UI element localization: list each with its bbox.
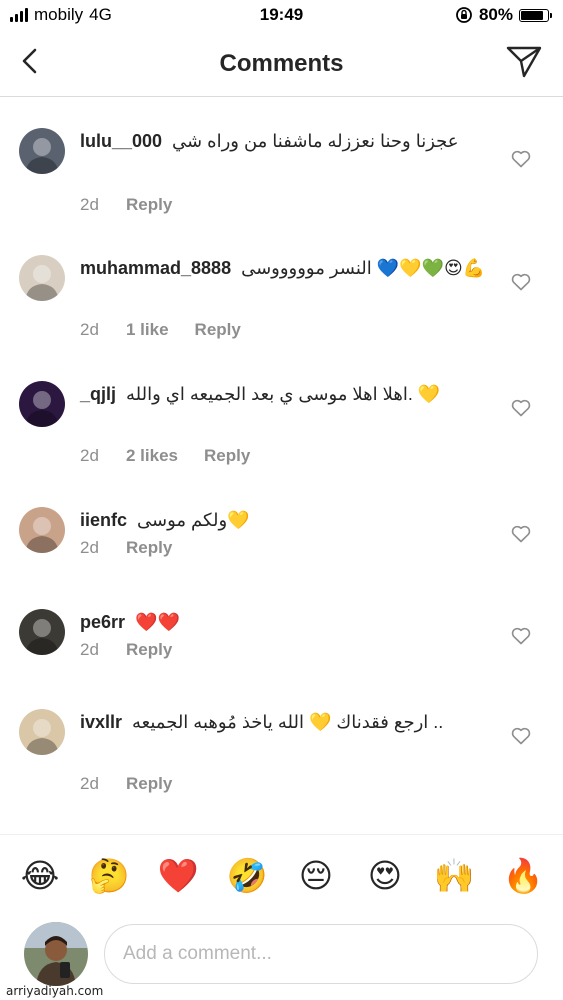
comment-body: ارجع فقدناك 💛 الله ياخذ مُوهبه الجميعه .… (132, 712, 444, 732)
comment-time: 2d (80, 320, 99, 339)
reply-button[interactable]: Reply (195, 320, 241, 340)
share-button[interactable] (505, 44, 543, 80)
comment-text: pe6rr ❤️❤️ (80, 609, 490, 635)
comment-body: عجزنا وحنا نعززله ماشفنا من وراه شي (172, 131, 459, 151)
comment-avatar[interactable] (19, 609, 65, 655)
paper-plane-icon (506, 46, 542, 78)
comment-body: ولكم موسى💛 (137, 510, 250, 530)
comment-username[interactable]: ivxllr (80, 712, 122, 732)
comment-username[interactable]: muhammad_8888 (80, 258, 231, 278)
comment-time: 2d (80, 446, 99, 465)
reply-button[interactable]: Reply (126, 774, 172, 794)
comment-username[interactable]: iienfc (80, 510, 127, 530)
battery-level (521, 10, 544, 20)
heart-outline-icon (511, 150, 531, 168)
comment-input[interactable] (104, 924, 538, 984)
like-comment-button[interactable] (511, 525, 531, 543)
heart-eyes-emoji-button[interactable]: 😍 (361, 850, 409, 902)
comment-time: 2d (80, 774, 99, 793)
comment-time: 2d (80, 195, 99, 214)
rofl-emoji-button[interactable]: 🤣 (223, 850, 271, 902)
like-comment-button[interactable] (511, 727, 531, 745)
comment-meta: 2d 1 like Reply (80, 320, 241, 340)
page-title: Comments (219, 50, 344, 77)
comments-header: Comments (0, 30, 563, 97)
status-bar: mobily 4G 19:49 80% (0, 0, 563, 30)
raising-hands-emoji-button[interactable]: 🙌 (430, 850, 478, 902)
reply-button[interactable]: Reply (126, 538, 172, 558)
heart-outline-icon (511, 273, 531, 291)
comment-input-row (0, 920, 563, 990)
heart-outline-icon (511, 727, 531, 745)
comment-text: muhammad_8888 النسر موووووسى 💙💛💚😍💪 (80, 255, 490, 281)
comment-time: 2d (80, 640, 99, 659)
comment-meta: 2d Reply (80, 538, 172, 558)
comment-likes[interactable]: 1 like (126, 320, 169, 340)
heart-outline-icon (511, 399, 531, 417)
red-heart-emoji-button[interactable]: ❤️ (154, 850, 202, 902)
comment-avatar[interactable] (19, 381, 65, 427)
reply-button[interactable]: Reply (204, 446, 250, 466)
pensive-emoji-button[interactable]: 😔 (292, 850, 340, 902)
status-right: 80% (455, 5, 552, 25)
current-user-avatar (24, 922, 88, 986)
comment-likes[interactable]: 2 likes (126, 446, 178, 466)
comment-meta: 2d Reply (80, 195, 172, 215)
comment-avatar[interactable] (19, 255, 65, 301)
comment-body: النسر موووووسى 💙💛💚😍💪 (241, 258, 486, 278)
heart-outline-icon (511, 525, 531, 543)
battery-percent: 80% (478, 5, 513, 24)
comment-meta: 2d Reply (80, 774, 172, 794)
comment-avatar[interactable] (19, 709, 65, 755)
thinking-emoji-button[interactable]: 🤔 (85, 850, 133, 902)
battery-icon (519, 8, 552, 22)
comment-avatar[interactable] (19, 507, 65, 553)
like-comment-button[interactable] (511, 150, 531, 168)
comment-username[interactable]: lulu__000 (80, 131, 162, 151)
comment-time: 2d (80, 538, 99, 557)
like-comment-button[interactable] (511, 399, 531, 417)
reply-button[interactable]: Reply (126, 640, 172, 660)
comment-avatar[interactable] (19, 128, 65, 174)
comment-username[interactable]: _qjlj (80, 384, 116, 404)
reply-button[interactable]: Reply (126, 195, 172, 215)
comment-meta: 2d Reply (80, 640, 172, 660)
emoji-quick-bar: 😂 🤔 ❤️ 🤣 😔 😍 🙌 🔥 (0, 850, 563, 902)
comment-text: ivxllr ارجع فقدناك 💛 الله ياخذ مُوهبه الج… (80, 709, 490, 735)
comment-text: iienfc ولكم موسى💛 (80, 507, 490, 533)
fire-emoji-button[interactable]: 🔥 (499, 850, 547, 902)
comment-text: lulu__000 عجزنا وحنا نعززله ماشفنا من ورا… (80, 128, 490, 154)
watermark: arriyadiyah.com (6, 984, 104, 998)
comment-body: اهلا اهلا موسى ي بعد الجميعه اي والله. 💛 (126, 384, 441, 404)
like-comment-button[interactable] (511, 273, 531, 291)
divider (0, 834, 563, 835)
comment-body: ❤️❤️ (135, 612, 180, 632)
comment-meta: 2d 2 likes Reply (80, 446, 250, 466)
laughing-tears-emoji-button[interactable]: 😂 (16, 850, 64, 902)
comment-text: _qjlj اهلا اهلا موسى ي بعد الجميعه اي وال… (80, 381, 490, 407)
comment-username[interactable]: pe6rr (80, 612, 125, 632)
like-comment-button[interactable] (511, 627, 531, 645)
heart-outline-icon (511, 627, 531, 645)
orientation-lock-icon (456, 7, 472, 23)
